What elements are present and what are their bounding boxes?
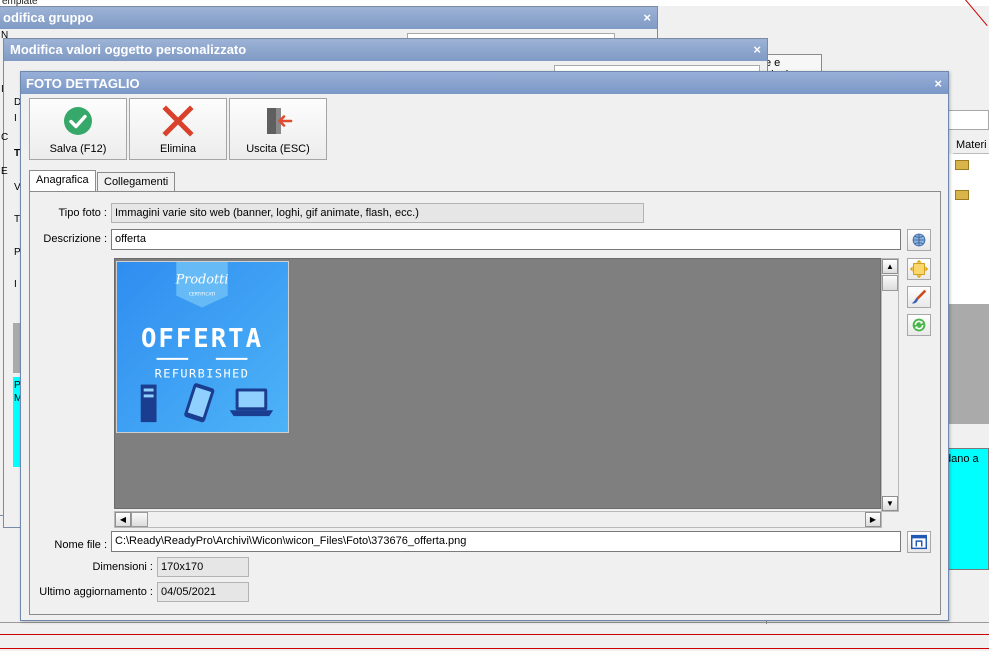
photo-preview: Prodotti CERTIFICATI OFFERTA REFURBISHED [116, 261, 289, 433]
offer-banner-image: Prodotti CERTIFICATI OFFERTA REFURBISHED [117, 262, 288, 432]
folder-icon [955, 190, 969, 200]
descrizione-input[interactable]: offerta [111, 229, 901, 250]
scroll-up-icon[interactable]: ▲ [882, 259, 898, 274]
paintbrush-icon [911, 289, 927, 304]
tab-anagrafica[interactable]: Anagrafica [29, 170, 96, 192]
background-letter: E [1, 166, 8, 177]
open-file-button[interactable] [907, 531, 931, 553]
delete-x-icon [162, 105, 194, 137]
window-modifica-valori-close-icon[interactable]: × [753, 42, 761, 57]
horizontal-scroll-thumb[interactable] [131, 512, 148, 527]
edit-image-button[interactable] [907, 286, 931, 308]
offer-subline: REFURBISHED [155, 367, 250, 381]
background-letter: I [14, 113, 17, 124]
background-right-grid [948, 154, 989, 304]
dialog-foto-dettaglio: FOTO DETTAGLIO × Salva (F12) Elimina Usc… [20, 71, 949, 621]
dialog-close-icon[interactable]: × [934, 76, 942, 91]
resize-arrows-icon [909, 259, 929, 279]
background-letter: C [1, 132, 9, 143]
background-letter: I [1, 84, 4, 95]
window-modifica-gruppo-title: odifica gruppo [0, 7, 657, 29]
delete-button[interactable]: Elimina [129, 98, 227, 160]
globe-icon [912, 233, 926, 247]
scroll-right-icon[interactable]: ▶ [865, 512, 881, 527]
dialog-title-text: FOTO DETTAGLIO [26, 76, 140, 91]
horizontal-scrollbar[interactable]: ◀ ▶ [114, 511, 882, 528]
window-modifica-valori-title-text: Modifica valori oggetto personalizzato [10, 42, 247, 57]
background-divider [0, 622, 989, 623]
background-divider [0, 634, 989, 635]
column-header-materiale[interactable]: Materi [953, 138, 989, 154]
background-letter: I [14, 279, 17, 290]
exit-button-label: Uscita (ESC) [246, 143, 310, 155]
background-divider [0, 648, 989, 649]
nome-file-label: Nome file : [54, 539, 107, 551]
tipo-foto-label: Tipo foto : [58, 207, 107, 219]
ultimo-aggiornamento-field: 04/05/2021 [157, 582, 249, 602]
save-button[interactable]: Salva (F12) [29, 98, 127, 160]
dimensioni-field: 170x170 [157, 557, 249, 577]
scroll-down-icon[interactable]: ▼ [882, 496, 898, 511]
offer-headline: OFFERTA [141, 324, 263, 354]
window-modifica-gruppo-title-text: odifica gruppo [3, 10, 94, 25]
tab-collegamenti-label: Collegamenti [104, 176, 169, 188]
nome-file-input[interactable]: C:\Ready\ReadyPro\Archivi\Wicon\wicon_Fi… [111, 531, 901, 552]
save-button-label: Salva (F12) [49, 143, 107, 155]
delete-button-label: Elimina [159, 143, 197, 155]
fit-image-button[interactable] [907, 258, 931, 280]
recycle-icon [912, 318, 926, 332]
scroll-left-icon[interactable]: ◀ [115, 512, 131, 527]
dimensioni-label: Dimensioni : [92, 561, 153, 573]
background-letter: N [1, 30, 9, 41]
exit-button[interactable]: Uscita (ESC) [229, 98, 327, 160]
window-modifica-valori-title: Modifica valori oggetto personalizzato [4, 39, 767, 61]
tab-plugins[interactable]: e e plugins [760, 54, 822, 81]
vertical-scroll-thumb[interactable] [882, 275, 898, 291]
exit-door-icon [267, 108, 293, 134]
folder-icon [955, 160, 969, 170]
vertical-scrollbar[interactable]: ▲ ▼ [881, 258, 899, 512]
dialog-title: FOTO DETTAGLIO [21, 72, 948, 94]
badge-subtext: CERTIFICATI [189, 292, 215, 298]
tipo-foto-field: Immagini varie sito web (banner, loghi, … [111, 203, 644, 223]
tab-collegamenti[interactable]: Collegamenti [97, 172, 176, 192]
refresh-image-button[interactable] [907, 314, 931, 336]
window-icon [911, 534, 927, 550]
descrizione-label: Descrizione : [43, 233, 107, 245]
background-right-input[interactable] [948, 110, 989, 130]
window-modifica-gruppo-close-icon[interactable]: × [643, 10, 651, 25]
badge-text: Prodotti [175, 273, 229, 288]
checkmark-icon [64, 107, 92, 135]
tab-anagrafica-label: Anagrafica [36, 174, 89, 186]
background-right-grey [948, 304, 989, 424]
web-globe-button[interactable] [907, 229, 931, 251]
ultimo-aggiornamento-label: Ultimo aggiornamento : [39, 586, 153, 598]
background-cyan-text: dano a [945, 453, 979, 465]
